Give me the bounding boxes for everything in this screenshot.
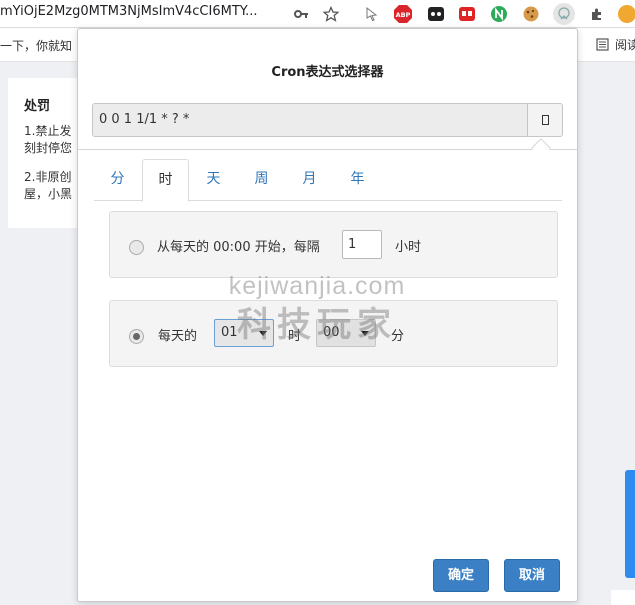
interval-input[interactable]: 1	[342, 230, 382, 259]
cron-expression-input[interactable]: 0 0 1 1/1 * ? *	[92, 103, 528, 137]
cursor-extension-icon[interactable]	[361, 3, 383, 25]
background-text: 2.非原创	[24, 170, 72, 184]
toggle-picker-button[interactable]	[527, 103, 563, 137]
caret-down-icon	[361, 331, 369, 336]
side-float-tab[interactable]	[625, 470, 635, 578]
reading-list-icon	[596, 38, 609, 51]
red-extension-icon[interactable]	[456, 3, 478, 25]
option-specific-time: 每天的 01 时 00 分	[109, 300, 558, 367]
green-n-extension-icon[interactable]	[488, 3, 510, 25]
unit-tabs: 分 时 天 周 月 年	[94, 159, 562, 202]
background-text: 刻封停您	[24, 141, 73, 155]
minute-label: 分	[391, 329, 405, 344]
profile-avatar-icon[interactable]	[618, 5, 635, 23]
face-extension-icon[interactable]	[425, 3, 447, 25]
minute-select[interactable]: 00	[316, 319, 376, 347]
tab-minute[interactable]: 分	[94, 159, 141, 201]
caret-down-icon	[259, 331, 267, 336]
background-corner	[611, 590, 635, 605]
square-icon	[541, 115, 549, 125]
cancel-button[interactable]: 取消	[504, 559, 560, 592]
cookie-extension-icon[interactable]	[520, 3, 542, 25]
hour-select[interactable]: 01	[214, 319, 274, 347]
browser-toolbar: mYiOjE2Mzg0MTM3NjMsImV4cCI6MTY... ABP	[0, 0, 635, 28]
background-text: 屋，小黑	[24, 187, 73, 201]
interval-prefix: 从每天的 00:00 开始，每隔	[157, 240, 320, 255]
cron-dialog: Cron表达式选择器 0 0 1 1/1 * ? * 分 时 天 周 月 年 从…	[77, 28, 578, 602]
tab-day[interactable]: 天	[190, 159, 237, 201]
expression-row: 0 0 1 1/1 * ? *	[92, 103, 563, 137]
bookmark-star-icon[interactable]	[320, 3, 342, 25]
tab-month[interactable]: 月	[286, 159, 333, 201]
tab-hour[interactable]: 时	[142, 159, 189, 202]
tab-week[interactable]: 周	[238, 159, 285, 201]
specific-time-prefix: 每天的	[158, 329, 198, 344]
tab-year[interactable]: 年	[334, 159, 381, 201]
background-title: 处罚	[24, 99, 51, 114]
hour-value: 01	[221, 325, 238, 340]
bookmark-item[interactable]: 一下，你就知	[0, 37, 72, 54]
minute-value: 00	[323, 325, 340, 340]
interval-radio[interactable]	[129, 240, 144, 255]
active-extension-icon[interactable]	[553, 3, 575, 25]
address-bar[interactable]: mYiOjE2Mzg0MTM3NjMsImV4cCI6MTY...	[0, 4, 285, 19]
svg-text:ABP: ABP	[396, 11, 411, 19]
key-icon[interactable]	[290, 3, 312, 25]
background-text: 1.禁止发	[24, 124, 72, 138]
reading-list[interactable]: 阅读	[596, 36, 635, 53]
confirm-button[interactable]: 确定	[433, 559, 489, 592]
hour-label: 时	[288, 329, 302, 344]
dialog-title: Cron表达式选择器	[271, 65, 384, 80]
specific-time-radio[interactable]	[129, 329, 144, 344]
interval-unit: 小时	[395, 240, 422, 255]
option-interval: 从每天的 00:00 开始，每隔 1 小时	[109, 211, 558, 278]
reading-list-label: 阅读	[615, 38, 635, 52]
extensions-puzzle-icon[interactable]	[586, 3, 608, 25]
adblock-plus-icon[interactable]: ABP	[392, 3, 414, 25]
